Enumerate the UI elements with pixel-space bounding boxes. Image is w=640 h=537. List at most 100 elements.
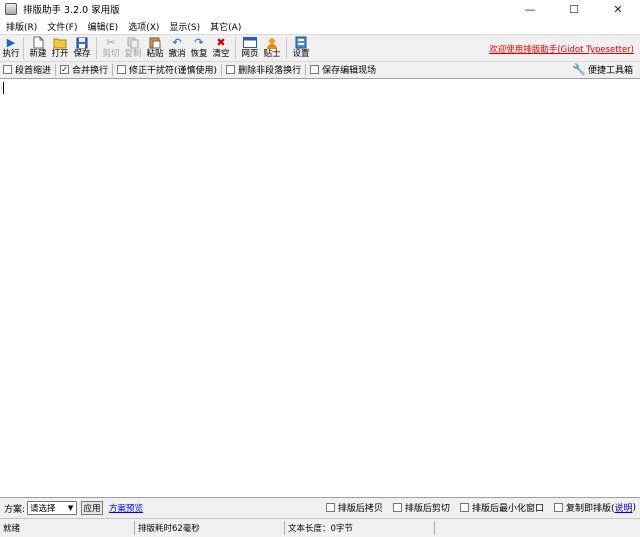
undo-label: 撤消 <box>168 49 186 59</box>
open-label: 打开 <box>51 49 69 59</box>
maximize-button[interactable]: ☐ <box>552 0 596 18</box>
copy-button[interactable]: 复制 <box>122 35 144 61</box>
app-icon <box>5 3 17 15</box>
after-minimize-checkbox[interactable] <box>459 503 469 512</box>
option-separator <box>55 63 57 76</box>
toolbox-button[interactable]: 🔧 便捷工具箱 <box>572 63 633 76</box>
after-cut-checkbox[interactable] <box>392 503 402 512</box>
save-label: 保存 <box>73 49 91 59</box>
after-copy-checkbox[interactable] <box>325 503 335 512</box>
toolbar: ▶ 执行 新建 打开 保存 ✂ 剪切 复制 粘贴 ↶ 撤消 ↷ 恢复 ✖ 清空 … <box>0 34 640 61</box>
copy-label: 复制 <box>124 49 142 59</box>
redo-label: 恢复 <box>190 49 208 59</box>
menu-view[interactable]: 显示(S) <box>165 20 204 33</box>
scheme-value: 请选择 <box>30 504 56 514</box>
red-x-icon: ✖ <box>216 36 226 49</box>
remove-nonpara-option[interactable]: 删除非段落换行 <box>226 63 301 76</box>
cut-label: 剪切 <box>102 49 120 59</box>
help-link[interactable]: 说明 <box>614 501 632 514</box>
undo-icon: ↶ <box>172 36 182 49</box>
after-cut-option[interactable]: 排版后剪切 <box>392 501 450 514</box>
toolbar-separator <box>23 37 24 59</box>
close-paren: ) <box>632 502 636 513</box>
menu-edit[interactable]: 编辑(E) <box>83 20 122 33</box>
settings-icon <box>294 36 308 49</box>
save-state-option[interactable]: 保存编辑现场 <box>310 63 376 76</box>
text-caret <box>3 82 4 94</box>
new-label: 新建 <box>29 49 47 59</box>
redo-icon: ↷ <box>194 36 204 49</box>
menu-options[interactable]: 选项(X) <box>124 20 163 33</box>
open-button[interactable]: 打开 <box>49 35 71 61</box>
menu-other[interactable]: 其它(A) <box>206 20 245 33</box>
merge-option[interactable]: ✓ 合并换行 <box>60 63 108 76</box>
play-icon: ▶ <box>6 36 16 49</box>
execute-label: 执行 <box>2 49 20 59</box>
apply-button[interactable]: 应用 <box>81 501 104 515</box>
indent-checkbox[interactable] <box>3 65 12 74</box>
remove-nonpara-checkbox[interactable] <box>226 65 236 74</box>
close-button[interactable]: ✕ <box>596 0 640 18</box>
after-copy-label: 排版后拷贝 <box>337 504 383 514</box>
option-bar: 段首缩进 ✓ 合并换行 修正干扰符(谨慎使用) 删除非段落换行 保存编辑现场 🔧… <box>0 61 640 77</box>
scheme-label: 方案: <box>4 504 26 515</box>
status-bar: 就绪 排版耗时62毫秒 文本长度：0字节 <box>0 518 640 537</box>
scissors-icon: ✂ <box>106 36 116 49</box>
copy-then-typeset-option[interactable]: 复制即排版(说明) <box>553 501 636 514</box>
after-minimize-option[interactable]: 排版后最小化窗口 <box>459 501 544 514</box>
save-state-label: 保存编辑现场 <box>322 66 377 76</box>
merge-checkbox[interactable]: ✓ <box>60 65 70 74</box>
post-typeset-options: 排版后拷贝 排版后剪切 排版后最小化窗口 复制即排版(说明) <box>316 501 636 514</box>
minimize-button[interactable]: — <box>508 0 552 18</box>
fix-wrap-option[interactable]: 修正干扰符(谨慎使用) <box>117 63 217 76</box>
bottom-bar: 方案: 请选择 ▼ 应用 方案预览 排版后拷贝 排版后剪切 排版后最小化窗口 复… <box>0 498 640 518</box>
merge-label: 合并换行 <box>72 66 109 76</box>
text-editor[interactable] <box>0 78 640 498</box>
copy-then-typeset-checkbox[interactable] <box>553 503 563 512</box>
webpage-icon <box>243 36 257 49</box>
status-ready: 就绪 <box>0 521 135 535</box>
window-controls: — ☐ ✕ <box>508 0 640 18</box>
redo-button[interactable]: ↷ 恢复 <box>188 35 210 61</box>
settings-button[interactable]: 设置 <box>290 35 312 61</box>
option-separator <box>305 63 307 76</box>
menu-typeset[interactable]: 排版(R) <box>2 20 41 33</box>
wrench-icon: 🔧 <box>572 63 586 76</box>
toolbox-label: 便捷工具箱 <box>587 66 633 76</box>
floppy-icon <box>75 36 89 49</box>
status-elapsed: 排版耗时62毫秒 <box>135 521 285 535</box>
new-button[interactable]: 新建 <box>27 35 49 61</box>
menu-file[interactable]: 文件(F) <box>43 20 81 33</box>
execute-button[interactable]: ▶ 执行 <box>2 35 20 61</box>
settings-label: 设置 <box>292 49 310 59</box>
clear-label: 清空 <box>212 49 230 59</box>
save-state-checkbox[interactable] <box>310 65 320 74</box>
folder-icon <box>53 36 67 49</box>
option-separator <box>221 63 223 76</box>
fix-wrap-checkbox[interactable] <box>117 65 127 74</box>
copy-icon <box>126 36 140 49</box>
clear-button[interactable]: ✖ 清空 <box>210 35 232 61</box>
after-minimize-label: 排版后最小化窗口 <box>471 504 544 514</box>
after-copy-option[interactable]: 排版后拷贝 <box>325 501 383 514</box>
scheme-dropdown[interactable]: 请选择 ▼ <box>27 501 78 515</box>
fix-wrap-label: 修正干扰符(谨慎使用) <box>129 66 218 76</box>
undo-button[interactable]: ↶ 撤消 <box>166 35 188 61</box>
indent-option[interactable]: 段首缩进 <box>3 63 51 76</box>
welcome-link[interactable]: 欢迎使用排版助手(Gidot Typesetter) <box>489 43 634 55</box>
chevron-down-icon: ▼ <box>67 504 74 512</box>
after-cut-label: 排版后剪切 <box>404 504 450 514</box>
paste-button[interactable]: 粘贴 <box>144 35 166 61</box>
cut-button[interactable]: ✂ 剪切 <box>100 35 122 61</box>
paste-label: 粘贴 <box>146 49 164 59</box>
toolbar-separator <box>235 37 236 59</box>
save-button[interactable]: 保存 <box>71 35 93 61</box>
web-button[interactable]: 网页 <box>239 35 261 61</box>
tips-button[interactable]: 贴士 <box>261 35 283 61</box>
toolbar-separator <box>286 37 287 59</box>
status-length: 文本长度：0字节 <box>285 521 435 535</box>
web-label: 网页 <box>241 49 259 59</box>
window-title: 排版助手 3.2.0 家用版 <box>23 5 120 16</box>
new-file-icon <box>31 36 45 49</box>
scheme-preview-link[interactable]: 方案预览 <box>109 502 143 514</box>
